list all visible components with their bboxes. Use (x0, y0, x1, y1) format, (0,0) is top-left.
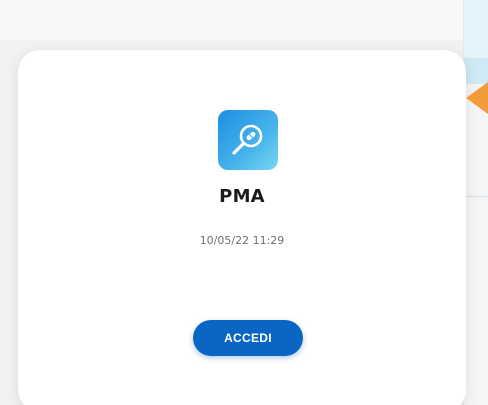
magnifier-pill-svg (232, 124, 263, 155)
orange-arrow-pointer-icon (466, 82, 488, 114)
right-rail-accent-bar (464, 58, 488, 84)
app-card: PMA 10/05/22 11:29 ACCEDI (18, 50, 466, 405)
right-rail-divider (464, 196, 488, 197)
right-rail (463, 0, 488, 405)
app-timestamp: 10/05/22 11:29 (199, 234, 285, 247)
viewport: PMA 10/05/22 11:29 ACCEDI (0, 0, 488, 405)
magnifier-pill-icon (218, 110, 278, 170)
app-title: PMA (219, 186, 265, 207)
accedi-button[interactable]: ACCEDI (193, 320, 303, 356)
right-rail-accent-top (464, 0, 488, 58)
top-band (0, 0, 466, 40)
